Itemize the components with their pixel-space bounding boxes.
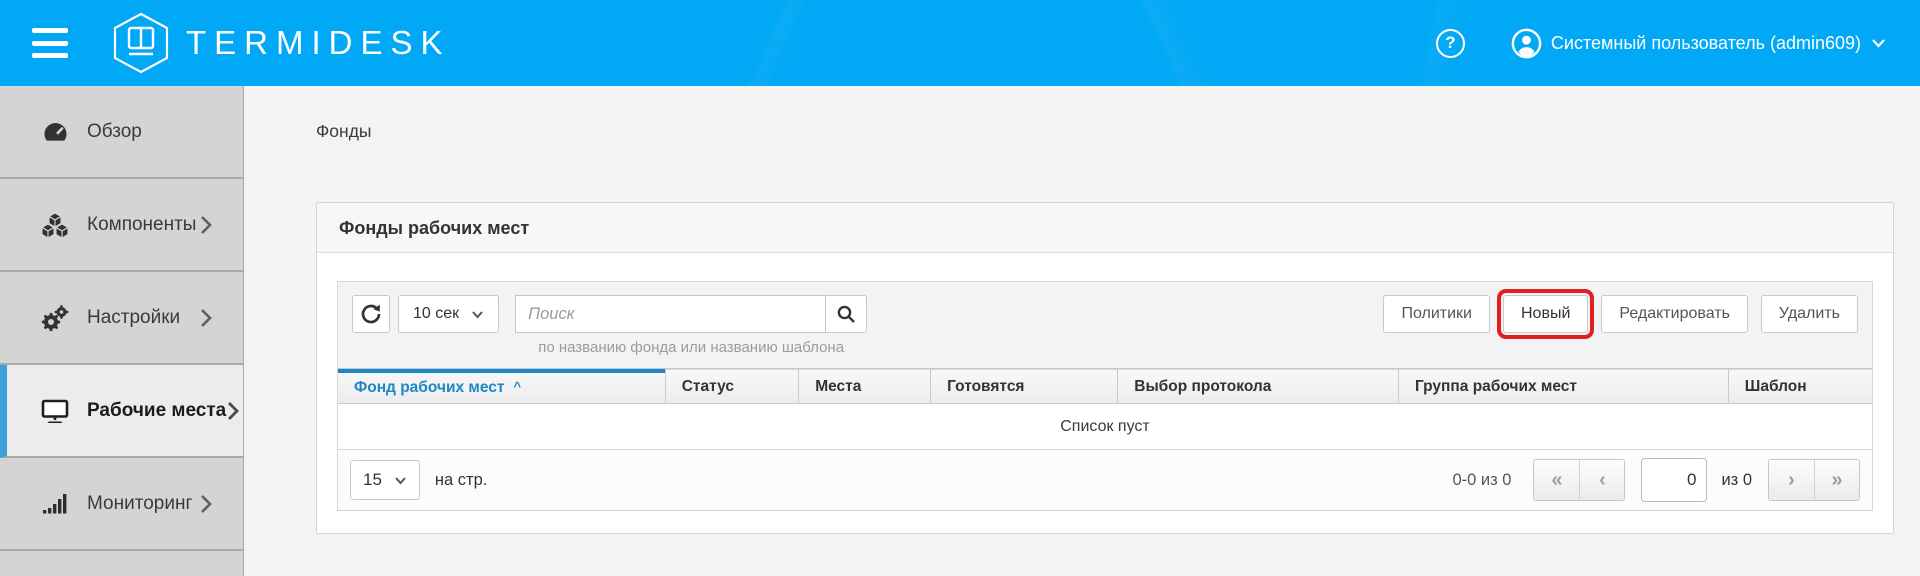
sidebar-item-label: Обзор: [87, 121, 142, 143]
prev-page-button[interactable]: ‹: [1579, 460, 1624, 500]
new-button[interactable]: Новый: [1503, 295, 1588, 333]
avatar-icon: [1511, 28, 1542, 59]
sidebar-item-label: Рабочие места: [87, 400, 226, 422]
main-area: Обзор Компоненты: [0, 86, 1920, 576]
pagination-forward-group: › »: [1768, 459, 1860, 501]
sidebar-item-monitoring[interactable]: Мониторинг: [0, 458, 243, 551]
next-page-button[interactable]: ›: [1769, 460, 1814, 500]
brand-name: TERMIDESK: [186, 24, 451, 62]
chevron-right-icon: [199, 493, 213, 515]
column-header-seats[interactable]: Места: [798, 369, 930, 403]
sidebar-item-components[interactable]: Компоненты: [0, 179, 243, 272]
page-of-label: из 0: [1721, 471, 1752, 490]
refresh-interval-select[interactable]: 10 сек: [398, 295, 499, 333]
sidebar-item-settings[interactable]: Настройки: [0, 272, 243, 365]
table-header-row: Фонд рабочих мест ^ Статус Места Готовят…: [338, 369, 1872, 404]
cubes-icon: [40, 211, 70, 239]
sidebar-item-label: Компоненты: [87, 214, 196, 236]
search-button[interactable]: [825, 295, 867, 333]
topbar-right: ? Системный пользователь (admin609): [1436, 28, 1886, 59]
per-page-label: на стр.: [435, 471, 487, 490]
chevron-right-icon: [199, 214, 213, 236]
table-toolbar: 10 сек: [338, 282, 1872, 369]
chevron-right-icon: [199, 307, 213, 329]
sort-asc-icon: ^: [514, 379, 522, 394]
column-header-protocol[interactable]: Выбор протокола: [1117, 369, 1398, 403]
column-header-template[interactable]: Шаблон: [1728, 369, 1872, 403]
sidebar: Обзор Компоненты: [0, 86, 244, 576]
pools-panel: Фонды рабочих мест: [316, 202, 1894, 534]
refresh-icon: [359, 302, 383, 326]
termidesk-logo-icon: [112, 12, 170, 74]
delete-button[interactable]: Удалить: [1761, 295, 1858, 333]
chevron-right-icon: ›: [1788, 469, 1795, 492]
termidesk-app: TERMIDESK ? Системный пользователь (admi…: [0, 0, 1920, 576]
search-icon: [835, 303, 857, 325]
gears-icon: [40, 304, 70, 332]
sidebar-item-workplaces[interactable]: Рабочие места: [0, 365, 243, 458]
pagination-controls: 0-0 из 0 « ‹ из 0 › »: [1452, 458, 1860, 502]
chart-bars-icon: [40, 490, 70, 518]
chevron-left-icon: ‹: [1599, 469, 1606, 492]
policies-button[interactable]: Политики: [1383, 295, 1490, 333]
edit-button[interactable]: Редактировать: [1601, 295, 1748, 333]
monitor-icon: [40, 397, 70, 425]
sidebar-item-label: Настройки: [87, 307, 180, 329]
brand-logo[interactable]: TERMIDESK: [112, 12, 451, 74]
range-label: 0-0 из 0: [1452, 471, 1511, 490]
sidebar-item-overview[interactable]: Обзор: [0, 86, 243, 179]
help-icon[interactable]: ?: [1436, 29, 1465, 58]
chevron-down-icon: [1871, 38, 1886, 48]
breadcrumb[interactable]: Фонды: [244, 86, 1920, 146]
top-header: TERMIDESK ? Системный пользователь (admi…: [0, 0, 1920, 86]
panel-title: Фонды рабочих мест: [317, 203, 1893, 253]
last-page-button[interactable]: »: [1814, 460, 1859, 500]
page-size-select[interactable]: 15: [350, 460, 420, 500]
action-buttons: Политики Новый Редактировать Удалить: [1383, 295, 1858, 333]
chevron-down-icon: [394, 476, 407, 485]
sidebar-item-label: Мониторинг: [87, 493, 192, 515]
chevron-right-icon: [226, 400, 240, 422]
refresh-button[interactable]: [352, 295, 390, 333]
gauge-icon: [40, 118, 70, 146]
pagination-back-group: « ‹: [1533, 459, 1625, 501]
search-block: по названию фонда или названию шаблона: [515, 295, 867, 356]
user-label: Системный пользователь (admin609): [1551, 33, 1861, 54]
chevron-down-icon: [471, 310, 484, 319]
search-input[interactable]: [515, 295, 825, 333]
column-header-group[interactable]: Группа рабочих мест: [1398, 369, 1728, 403]
double-chevron-left-icon: «: [1551, 469, 1562, 492]
first-page-button[interactable]: «: [1534, 460, 1579, 500]
page-number-input[interactable]: [1641, 458, 1707, 502]
column-header-status[interactable]: Статус: [665, 369, 798, 403]
search-hint: по названию фонда или названию шаблона: [515, 339, 867, 356]
double-chevron-right-icon: »: [1831, 469, 1842, 492]
user-menu[interactable]: Системный пользователь (admin609): [1511, 28, 1886, 59]
column-header-pool[interactable]: Фонд рабочих мест ^: [338, 369, 665, 403]
pools-table-box: 10 сек: [337, 281, 1873, 511]
table-empty-state: Список пуст: [338, 404, 1872, 449]
panel-body: 10 сек: [317, 253, 1893, 533]
menu-toggle-icon[interactable]: [32, 28, 72, 58]
table-footer: 15 на стр. 0-0 из 0 « ‹: [338, 449, 1872, 510]
content-area: Фонды Фонды рабочих мест: [244, 86, 1920, 576]
column-header-preparing[interactable]: Готовятся: [930, 369, 1117, 403]
